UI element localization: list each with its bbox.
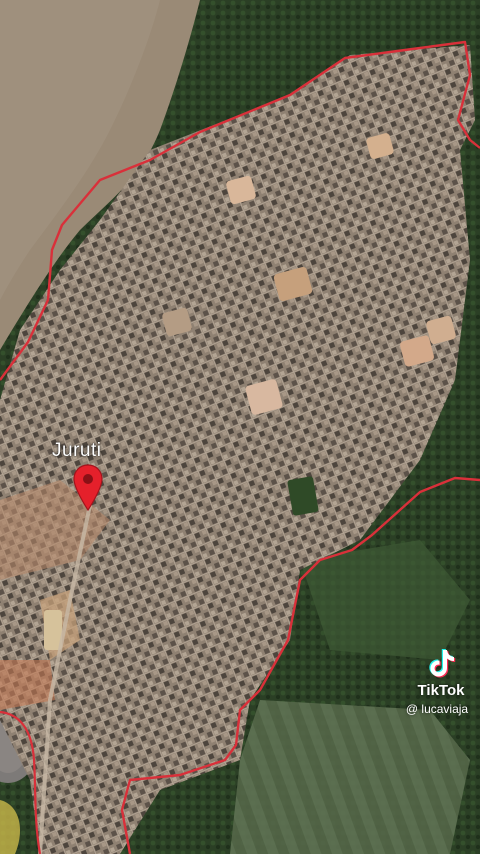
tiktok-logo-icon bbox=[429, 649, 456, 678]
satellite-imagery bbox=[0, 0, 480, 854]
place-label: Juruti bbox=[52, 440, 102, 461]
map-pin-icon[interactable] bbox=[72, 464, 104, 512]
tiktok-brand: TikTok bbox=[417, 682, 465, 699]
tiktok-watermark: TikTok @ lucaviaja bbox=[406, 646, 474, 716]
creator-handle: @ lucaviaja bbox=[405, 702, 469, 716]
map-view[interactable]: Juruti TikTok @ lucaviaja bbox=[0, 0, 480, 854]
